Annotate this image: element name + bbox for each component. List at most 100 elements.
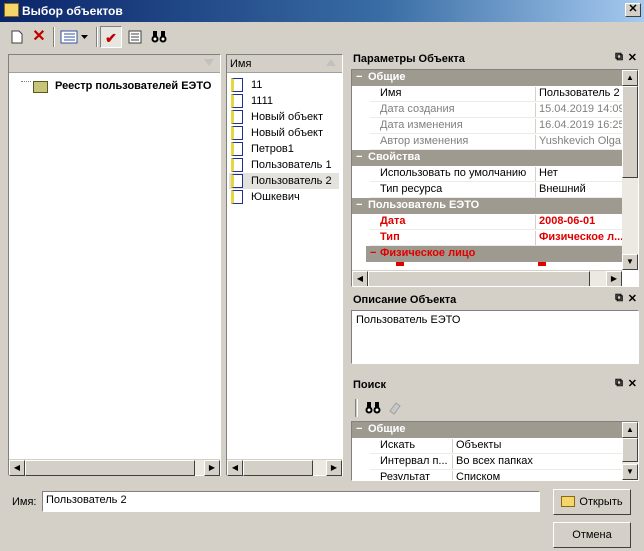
- title-bar: Выбор объектов ✕: [0, 0, 644, 22]
- object-description-dock: Описание Объекта ⧉ ✕ Пользователь ЕЭТО: [351, 292, 641, 372]
- scroll-right-icon[interactable]: ▶: [326, 460, 342, 476]
- float-window-icon[interactable]: ⧉: [615, 51, 623, 64]
- dock-title: Параметры Объекта: [353, 53, 465, 65]
- close-button[interactable]: ✕: [625, 3, 641, 17]
- open-button[interactable]: Открыть: [553, 489, 631, 515]
- search-row[interactable]: Интервал п... Во всех папках: [352, 454, 638, 470]
- params-vertical-scrollbar[interactable]: ▲ ▼: [622, 70, 638, 270]
- param-row[interactable]: Тип Физическое л...: [352, 230, 638, 246]
- float-window-icon[interactable]: ⧉: [615, 377, 623, 390]
- binoculars-icon[interactable]: [365, 399, 383, 417]
- view-options-icon[interactable]: [58, 26, 92, 48]
- folder-icon: [33, 81, 48, 93]
- list-item[interactable]: Пользователь 1: [229, 157, 339, 173]
- cancel-button[interactable]: Отмена: [553, 522, 631, 548]
- list-item-label: 1111: [251, 95, 274, 107]
- scroll-thumb[interactable]: [25, 460, 195, 476]
- tree-horizontal-scrollbar[interactable]: ◀ ▶: [9, 459, 220, 476]
- params-grid: − Общие Имя Пользователь 2 Дата создания 15…: [351, 69, 639, 287]
- tree-header: [9, 55, 220, 73]
- list-item-label: Петров1: [251, 143, 294, 155]
- scroll-thumb[interactable]: [622, 438, 638, 462]
- list-item[interactable]: Юшкевич: [229, 189, 339, 205]
- list-item-label: Пользователь 1: [251, 159, 332, 171]
- document-icon: [231, 190, 243, 204]
- float-window-icon[interactable]: ⧉: [615, 292, 623, 305]
- window-title: Выбор объектов: [22, 4, 123, 18]
- checkmark-icon[interactable]: ✔: [100, 26, 122, 48]
- param-row[interactable]: Автор изменения Yushkevich Olga: [352, 134, 638, 150]
- list-item[interactable]: Петров1: [229, 141, 339, 157]
- document-icon: [231, 78, 243, 92]
- scroll-up-icon[interactable]: ▲: [622, 422, 638, 438]
- column-header-name: Имя: [230, 58, 252, 70]
- close-icon[interactable]: ✕: [628, 51, 637, 64]
- dock-title: Описание Объекта: [353, 294, 457, 306]
- scroll-left-icon[interactable]: ◀: [352, 271, 368, 286]
- scroll-down-icon[interactable]: ▼: [622, 254, 638, 270]
- dock-title: Поиск: [353, 379, 387, 391]
- list-item-selected[interactable]: Пользователь 2: [229, 173, 339, 189]
- list-item[interactable]: 1111: [229, 93, 339, 109]
- sort-arrow-icon: [326, 59, 336, 66]
- list-item-label: Новый объект: [251, 111, 324, 123]
- toolbar-separator: [53, 27, 55, 47]
- document-icon: [231, 126, 243, 140]
- param-row[interactable]: Дата создания 15.04.2019 14:09: [352, 102, 638, 118]
- scroll-down-icon[interactable]: ▼: [622, 464, 638, 480]
- group-person[interactable]: − Физическое лицо: [366, 246, 626, 262]
- search-row[interactable]: Результат Списком: [352, 470, 638, 480]
- list-item-label: 11: [251, 79, 263, 91]
- close-icon[interactable]: ✕: [628, 377, 637, 390]
- app-icon: [4, 3, 19, 17]
- folder-tree-panel: Реестр пользователей ЕЭТО ◀ ▶: [8, 54, 221, 476]
- param-row[interactable]: Имя Пользователь 2: [352, 86, 638, 102]
- eraser-icon: [387, 399, 405, 417]
- scroll-thumb[interactable]: [622, 86, 638, 178]
- binoculars-icon[interactable]: [148, 26, 170, 48]
- param-row[interactable]: Дата изменения 16.04.2019 16:25: [352, 118, 638, 134]
- document-icon: [231, 94, 243, 108]
- open-button-label: Открыть: [579, 496, 623, 508]
- list-item[interactable]: Новый объект: [229, 109, 339, 125]
- document-icon: [231, 174, 243, 188]
- tree-item-registry[interactable]: Реестр пользователей ЕЭТО: [9, 75, 212, 95]
- list-header[interactable]: Имя: [227, 55, 342, 73]
- toolbar: ✕ ✔: [0, 24, 644, 50]
- delete-icon[interactable]: ✕: [28, 26, 50, 48]
- scroll-thumb[interactable]: [368, 271, 590, 286]
- scroll-left-icon[interactable]: ◀: [227, 460, 243, 476]
- group-common[interactable]: − Общие: [352, 70, 638, 86]
- search-vertical-scrollbar[interactable]: ▲ ▼: [622, 422, 638, 480]
- document-list-icon[interactable]: [124, 26, 146, 48]
- document-icon: [231, 158, 243, 172]
- params-horizontal-scrollbar[interactable]: ◀ ▶: [352, 270, 622, 286]
- list-item[interactable]: Новый объект: [229, 125, 339, 141]
- search-group-common[interactable]: − Общие: [352, 422, 638, 438]
- scroll-left-icon[interactable]: ◀: [9, 460, 25, 476]
- open-folder-icon: [561, 496, 576, 507]
- param-row-partial: [352, 262, 638, 270]
- param-row[interactable]: Использовать по умолчанию Нет: [352, 166, 638, 182]
- param-row[interactable]: Дата 2008-06-01: [352, 214, 638, 230]
- object-list-panel: Имя 11 1111 Новый объект Новый объект Пе…: [226, 54, 343, 476]
- scroll-up-icon[interactable]: ▲: [622, 70, 638, 86]
- description-text[interactable]: Пользователь ЕЭТО: [351, 310, 639, 364]
- list-item[interactable]: 11: [229, 77, 339, 93]
- group-user[interactable]: − Пользователь ЕЭТО: [352, 198, 638, 214]
- list-item-label: Пользователь 2: [251, 175, 332, 187]
- new-document-icon[interactable]: [6, 26, 28, 48]
- toolbar-separator: [96, 27, 98, 47]
- scroll-thumb[interactable]: [243, 460, 313, 476]
- tree-item-label: Реестр пользователей ЕЭТО: [55, 80, 212, 92]
- group-properties[interactable]: − Свойства: [352, 150, 638, 166]
- search-grid: − Общие Искать Объекты Интервал п... Во все…: [351, 421, 639, 481]
- close-icon[interactable]: ✕: [628, 292, 637, 305]
- list-horizontal-scrollbar[interactable]: ◀ ▶: [227, 459, 342, 476]
- scroll-right-icon[interactable]: ▶: [606, 271, 622, 286]
- name-input[interactable]: Пользователь 2: [42, 491, 540, 512]
- scroll-right-icon[interactable]: ▶: [204, 460, 220, 476]
- document-icon: [231, 110, 243, 124]
- search-row[interactable]: Искать Объекты: [352, 438, 638, 454]
- param-row[interactable]: Тип ресурса Внешний: [352, 182, 638, 198]
